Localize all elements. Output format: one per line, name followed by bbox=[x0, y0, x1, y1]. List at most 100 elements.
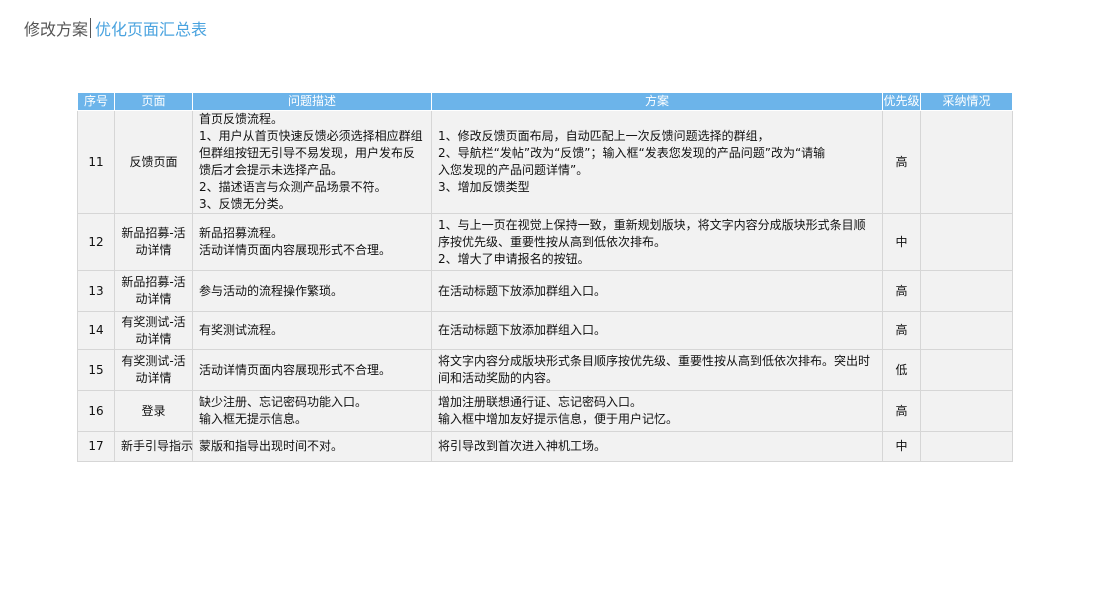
cell-desc-line: 但群组按钮无引导不易发现，用户发布反 bbox=[199, 146, 416, 160]
cell-desc-line: 蒙版和指导出现时间不对。 bbox=[199, 439, 344, 453]
cell-desc-line: 活动详情页面内容展现形式不合理。 bbox=[199, 362, 392, 377]
page-title: 修改方案 bbox=[24, 20, 89, 39]
col-header-no: 序号 bbox=[77, 92, 115, 111]
cell-adopt bbox=[920, 110, 1013, 214]
cell-desc: 首页反馈流程。 1、用户从首页快速反馈必须选择相应群组 但群组按钮无引导不易发现，用… bbox=[192, 110, 432, 214]
cell-desc-line: 输入框无提示信息。 bbox=[199, 412, 308, 426]
table-header-row: 序号 页面 问题描述 方案 优先级 采纳情况 bbox=[77, 92, 1013, 111]
cell-solution-line: 3、增加反馈类型 bbox=[438, 180, 530, 194]
cell-priority: 高 bbox=[882, 390, 921, 432]
cell-no: 15 bbox=[77, 349, 115, 391]
table-row: 17 新手引导指示 蒙版和指导出现时间不对。 将引导改到首次进入神机工场。 中 bbox=[77, 431, 1013, 462]
table-row: 16 登录 缺少注册、忘记密码功能入口。 输入框无提示信息。 增加注册联想通行证、忘记密… bbox=[77, 390, 1013, 432]
cell-solution-line: 在活动标题下放添加群组入口。 bbox=[438, 323, 607, 337]
cell-page: 新手引导指示 bbox=[114, 431, 194, 462]
cell-desc-line: 参与活动的流程操作繁琐。 bbox=[199, 283, 344, 298]
cell-no: 14 bbox=[77, 311, 115, 350]
optimization-table: 序号 页面 问题描述 方案 优先级 采纳情况 11 反馈页面 首页反馈流程。 1、用户… bbox=[77, 92, 1013, 462]
cell-page-line: 新品招募-活 bbox=[121, 226, 186, 240]
cell-priority: 低 bbox=[882, 349, 921, 391]
cell-desc: 缺少注册、忘记密码功能入口。 输入框无提示信息。 bbox=[192, 390, 432, 432]
slide: 修改方案 优化页面汇总表 序号 页面 问题描述 方案 优先级 采纳情况 11 反馈… bbox=[0, 0, 1102, 600]
cell-page: 反馈页面 bbox=[114, 110, 193, 214]
cell-page-line: 动详情 bbox=[135, 331, 172, 346]
cell-desc-line: 新品招募流程。 bbox=[199, 226, 284, 240]
cell-solution-line: 间和活动奖励的内容。 bbox=[438, 371, 559, 385]
cell-adopt bbox=[920, 270, 1013, 312]
cell-page: 新品招募-活 动详情 bbox=[114, 213, 193, 271]
cell-solution-line: 1、修改反馈页面布局，自动匹配上一次反馈问题选择的群组， bbox=[438, 129, 770, 143]
cell-solution-line: 将文字内容分成版块形式条目顺序按优先级、重要性按从高到低依次排布。突出时 bbox=[438, 354, 871, 368]
cell-no: 11 bbox=[77, 110, 115, 214]
cell-desc-line: 有奖测试流程。 bbox=[199, 323, 284, 337]
cell-no: 16 bbox=[77, 390, 115, 432]
page-header: 修改方案 优化页面汇总表 bbox=[24, 16, 207, 40]
cell-desc-line: 2、描述语言与众测产品场景不符。 bbox=[199, 180, 387, 194]
cell-adopt bbox=[920, 213, 1013, 271]
cell-solution-line: 2、导航栏“发帖”改为“反馈”；输入框“发表您发现的产品问题”改为“请输 bbox=[438, 146, 826, 160]
cell-page: 有奖测试-活 动详情 bbox=[114, 311, 193, 350]
cell-solution: 将引导改到首次进入神机工场。 bbox=[431, 431, 883, 462]
col-header-priority: 优先级 bbox=[882, 92, 921, 111]
cell-page-line: 有奖测试-活 bbox=[121, 314, 186, 329]
cell-page: 有奖测试-活 动详情 bbox=[114, 349, 193, 391]
cell-page-line: 动详情 bbox=[135, 243, 172, 257]
cell-adopt bbox=[920, 431, 1013, 462]
table-row: 11 反馈页面 首页反馈流程。 1、用户从首页快速反馈必须选择相应群组 但群组按钮无引导… bbox=[77, 110, 1013, 214]
cell-solution-line: 增加注册联想通行证、忘记密码入口。 bbox=[438, 395, 643, 409]
cell-priority: 高 bbox=[882, 270, 921, 312]
cell-priority: 中 bbox=[882, 213, 921, 271]
cell-solution-line: 1、与上一页在视觉上保持一致，重新规划版块，将文字内容分成版块形式条目顺 bbox=[438, 217, 866, 232]
title-divider bbox=[90, 18, 92, 38]
cell-solution-line: 2、增大了申请报名的按钮。 bbox=[438, 251, 590, 266]
table-row: 14 有奖测试-活 动详情 有奖测试流程。 在活动标题下放添加群组入口。高 bbox=[77, 311, 1013, 350]
cell-page-line: 新手引导指示 bbox=[121, 439, 194, 453]
cell-adopt bbox=[920, 311, 1013, 350]
cell-priority: 高 bbox=[882, 110, 921, 214]
cell-desc-line: 缺少注册、忘记密码功能入口。 bbox=[199, 395, 368, 409]
col-header-solution: 方案 bbox=[431, 92, 883, 111]
table-body: 11 反馈页面 首页反馈流程。 1、用户从首页快速反馈必须选择相应群组 但群组按钮无引导… bbox=[77, 110, 1013, 462]
cell-solution-line: 入您发现的产品问题详情”。 bbox=[438, 163, 589, 177]
cell-page: 登录 bbox=[114, 390, 193, 432]
cell-page-line: 反馈页面 bbox=[129, 154, 178, 169]
cell-desc: 新品招募流程。活动详情页面内容展现形式不合理。 bbox=[192, 213, 432, 271]
table-row: 13 新品招募-活 动详情 参与活动的流程操作繁琐。 在活动标题下放添加群组入口。高 bbox=[77, 270, 1013, 312]
cell-solution-line: 序按优先级、重要性按从高到低依次排布。 bbox=[438, 234, 667, 249]
cell-page-line: 有奖测试-活 bbox=[121, 354, 186, 368]
cell-adopt bbox=[920, 390, 1013, 432]
table-row: 15 有奖测试-活 动详情 活动详情页面内容展现形式不合理。 将文字内容分成版块形式条目… bbox=[77, 349, 1013, 391]
cell-desc: 蒙版和指导出现时间不对。 bbox=[192, 431, 432, 462]
cell-page: 新品招募-活 动详情 bbox=[114, 270, 193, 312]
col-header-page: 页面 bbox=[114, 92, 193, 111]
cell-desc: 有奖测试流程。 bbox=[192, 311, 432, 350]
cell-page-line: 动详情 bbox=[135, 292, 172, 306]
cell-adopt bbox=[920, 349, 1013, 391]
cell-no: 13 bbox=[77, 270, 115, 312]
cell-solution: 在活动标题下放添加群组入口。 bbox=[431, 311, 883, 350]
cell-desc: 活动详情页面内容展现形式不合理。 bbox=[192, 349, 432, 391]
cell-desc-line: 首页反馈流程。 bbox=[199, 112, 284, 126]
cell-solution: 增加注册联想通行证、忘记密码入口。输入框中增加友好提示信息，便于用户记忆。 bbox=[431, 390, 883, 432]
cell-solution: 1、修改反馈页面布局，自动匹配上一次反馈问题选择的群组， 2、导航栏“发帖”改为“… bbox=[431, 110, 883, 214]
cell-page-line: 新品招募-活 bbox=[121, 275, 186, 289]
cell-desc-line: 1、用户从首页快速反馈必须选择相应群组 bbox=[199, 129, 423, 143]
cell-solution: 1、与上一页在视觉上保持一致，重新规划版块，将文字内容分成版块形式条目顺 序按优先… bbox=[431, 213, 883, 271]
page-subtitle: 优化页面汇总表 bbox=[95, 20, 208, 39]
cell-desc: 参与活动的流程操作繁琐。 bbox=[192, 270, 432, 312]
cell-solution-line: 输入框中增加友好提示信息，便于用户记忆。 bbox=[438, 412, 679, 426]
cell-solution-line: 将引导改到首次进入神机工场。 bbox=[438, 439, 607, 453]
cell-solution: 将文字内容分成版块形式条目顺序按优先级、重要性按从高到低依次排布。突出时 间和活动… bbox=[431, 349, 883, 391]
cell-desc-line: 馈后才会提示未选择产品。 bbox=[199, 163, 344, 177]
cell-solution: 在活动标题下放添加群组入口。 bbox=[431, 270, 883, 312]
table-row: 12 新品招募-活 动详情 新品招募流程。 活动详情页面内容展现形式不合理。 1、与上一页… bbox=[77, 213, 1013, 271]
cell-no: 12 bbox=[77, 213, 115, 271]
cell-page-line: 登录 bbox=[141, 403, 166, 418]
col-header-desc: 问题描述 bbox=[192, 92, 432, 111]
col-header-adopt: 采纳情况 bbox=[920, 92, 1013, 111]
cell-solution-line: 在活动标题下放添加群组入口。 bbox=[438, 283, 607, 298]
cell-desc-line: 活动详情页面内容展现形式不合理。 bbox=[199, 243, 392, 257]
cell-no: 17 bbox=[77, 431, 115, 462]
cell-page-line: 动详情 bbox=[135, 371, 172, 385]
cell-priority: 高 bbox=[882, 311, 921, 350]
